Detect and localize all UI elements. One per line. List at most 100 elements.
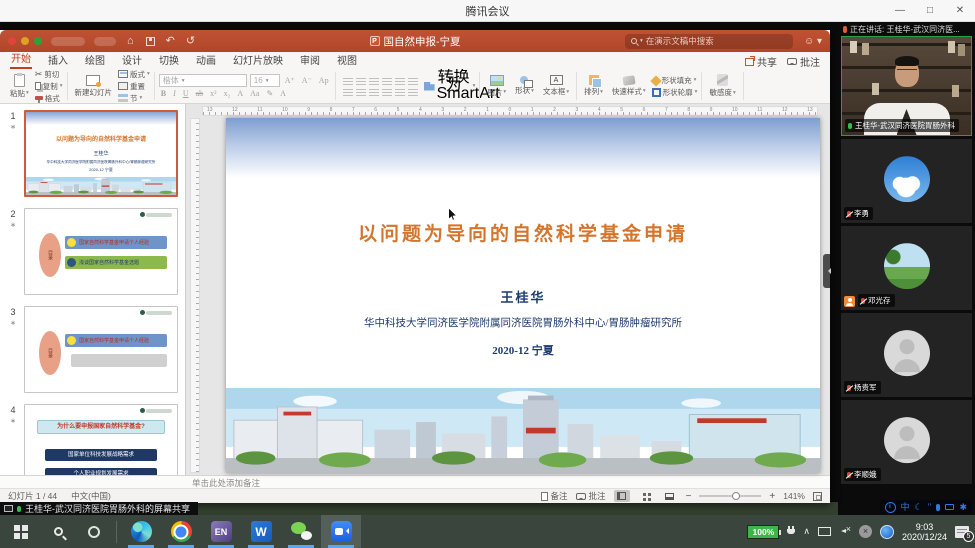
ribbon-shapes-button[interactable]: 形状▾ xyxy=(512,76,537,96)
notes-toggle-button[interactable]: 备注 xyxy=(541,490,568,502)
tab-transitions[interactable]: 切换 xyxy=(158,51,180,69)
participant-tile-1[interactable]: 王桂华-武汉同济医院胃肠外科 xyxy=(841,36,972,136)
tab-slideshow[interactable]: 幻灯片放映 xyxy=(232,51,284,69)
tab-home[interactable]: 开始 xyxy=(10,49,32,69)
tray-expand-icon[interactable]: ∧ xyxy=(803,526,810,537)
font-tool-1[interactable]: A⁻ xyxy=(300,76,314,85)
font-tool-2[interactable]: Ap xyxy=(317,76,331,85)
chinese-mode-icon[interactable]: 中 xyxy=(901,501,910,513)
quote-icon[interactable]: ’’ xyxy=(928,501,932,513)
normal-view-button[interactable] xyxy=(614,490,630,502)
cortana-button[interactable] xyxy=(76,515,112,548)
autosave-toggle[interactable] xyxy=(51,37,85,46)
align-center-icon[interactable] xyxy=(356,88,366,96)
keyboard-icon[interactable] xyxy=(945,504,954,510)
tab-draw[interactable]: 绘图 xyxy=(84,51,106,69)
ifly-logo-icon[interactable]: i xyxy=(885,502,896,513)
ribbon-paste-button[interactable]: 粘贴▾ xyxy=(7,74,32,99)
participant-tile-3[interactable]: 邓光存 xyxy=(841,226,972,310)
home-icon[interactable]: ⌂ xyxy=(127,36,134,47)
font-style-tool-4[interactable]: x² xyxy=(208,89,218,98)
font-style-tool-0[interactable]: B xyxy=(159,89,168,98)
font-style-tool-6[interactable]: A xyxy=(235,89,245,98)
minimize-button[interactable]: — xyxy=(885,5,915,16)
tab-design[interactable]: 设计 xyxy=(121,51,143,69)
tab-animations[interactable]: 动画 xyxy=(195,51,217,69)
ribbon-quick-styles-button[interactable]: 快速样式▾ xyxy=(609,76,649,97)
start-button[interactable] xyxy=(2,515,40,548)
notification-center-button[interactable]: 5 xyxy=(955,526,969,538)
font-style-tool-3[interactable]: ab xyxy=(194,89,206,98)
night-mode-icon[interactable]: ☾ xyxy=(915,501,923,513)
notes-pane[interactable]: 单击此处添加备注 xyxy=(0,475,830,488)
font-style-tool-1[interactable]: I xyxy=(171,89,178,98)
taskbar-app-chrome[interactable] xyxy=(161,515,201,548)
line-spacing-icon[interactable] xyxy=(395,77,405,85)
zoom-slider-knob[interactable] xyxy=(732,492,740,500)
font-style-tool-7[interactable]: Aa xyxy=(248,89,261,98)
font-tool-0[interactable]: A⁺ xyxy=(283,76,297,85)
ribbon-shape-outline-button[interactable]: 形状轮廓▾ xyxy=(652,87,698,98)
indent-increase-icon[interactable] xyxy=(382,77,392,85)
ribbon-arrange-button[interactable]: 排列▾ xyxy=(581,75,606,97)
ribbon-shape-fill-button[interactable]: 形状填充▾ xyxy=(652,75,698,86)
taskbar-clock[interactable]: 9:03 2020/12/24 xyxy=(902,522,947,542)
tray-x-icon[interactable]: × xyxy=(859,525,872,538)
display-icon[interactable] xyxy=(818,527,831,536)
font-name-select[interactable]: 楷体▾ xyxy=(159,74,247,87)
ifly-input-bar[interactable]: i 中 ☾ ’’ ✱ xyxy=(880,500,972,514)
battery-indicator[interactable]: 100% xyxy=(747,525,779,539)
slide-thumbnail-4[interactable]: 为什么要申报国家自然科学基金?国家单位科技发展战略需求个人职业规划发展需求 xyxy=(24,404,178,475)
slide-thumbnail-3[interactable]: 目录国家自然科学基金申请个人经验 xyxy=(24,306,178,393)
bullet-list-icon[interactable] xyxy=(343,77,353,85)
ribbon-cut-button[interactable]: 剪切 xyxy=(35,69,63,80)
font-size-select[interactable]: 16▾ xyxy=(250,74,280,87)
ribbon-copy-button[interactable]: 复制▾ xyxy=(35,81,63,92)
columns-icon[interactable] xyxy=(395,88,405,96)
align-right-icon[interactable] xyxy=(369,88,379,96)
maximize-button[interactable]: □ xyxy=(915,5,945,16)
ribbon-picture-button[interactable]: 图片▾ xyxy=(484,75,509,98)
taskbar-app-edge[interactable] xyxy=(121,515,161,548)
ribbon-format-painter-button[interactable]: 格式 xyxy=(35,93,63,104)
slide-thumbnail-1[interactable]: 以问题为导向的自然科学基金申请王桂华华中科技大学同济医学院附属同济医院胃肠外科中… xyxy=(24,110,178,197)
font-style-tool-9[interactable]: A xyxy=(278,89,288,98)
align-left-icon[interactable] xyxy=(343,88,353,96)
participant-tile-4[interactable]: 杨贵军 xyxy=(841,313,972,397)
convert-to-smartart-button[interactable]: 转换为 SmartArt▾ xyxy=(424,74,476,98)
tab-view[interactable]: 视图 xyxy=(336,51,358,69)
mac-close-button[interactable] xyxy=(8,37,16,45)
fit-to-window-button[interactable] xyxy=(813,492,822,501)
slideshow-button[interactable] xyxy=(662,490,678,502)
numbered-list-icon[interactable] xyxy=(356,77,366,85)
settings-gear-icon[interactable]: ✱ xyxy=(959,501,967,513)
redo-icon[interactable]: ↺ xyxy=(186,36,195,47)
language-indicator[interactable]: 中文(中国) xyxy=(71,490,111,502)
taskbar-app-meeting[interactable] xyxy=(321,515,361,548)
justify-icon[interactable] xyxy=(382,88,392,96)
indent-decrease-icon[interactable] xyxy=(369,77,379,85)
ifly-tray-icon[interactable] xyxy=(880,525,894,539)
participant-tile-5[interactable]: 李顺娥 xyxy=(841,400,972,484)
close-button[interactable]: ✕ xyxy=(945,5,975,16)
ribbon-layout-button[interactable]: 版式▾ xyxy=(118,69,150,80)
mac-minimize-button[interactable] xyxy=(21,37,29,45)
feedback-smiley-icon[interactable]: ☺ ▾ xyxy=(804,36,822,47)
ribbon-textbox-button[interactable]: 文本框▾ xyxy=(540,75,572,97)
comments-toggle-button[interactable]: 批注 xyxy=(576,490,606,502)
ribbon-sensitivity-button[interactable]: 敏感度▾ xyxy=(706,74,738,98)
zoom-in-button[interactable]: + xyxy=(769,491,775,502)
voice-input-icon[interactable] xyxy=(936,504,940,511)
tab-review[interactable]: 审阅 xyxy=(299,51,321,69)
ribbon-reset-button[interactable]: 重置 xyxy=(118,81,150,92)
zoom-out-button[interactable]: − xyxy=(686,491,692,502)
panel-collapse-handle[interactable] xyxy=(823,254,830,288)
search-input[interactable]: ▾ 在演示文稿中搜索 xyxy=(625,34,793,49)
mac-zoom-button[interactable] xyxy=(34,37,42,45)
zoom-level[interactable]: 141% xyxy=(783,491,805,501)
share-button[interactable]: 共享 xyxy=(745,54,777,69)
ribbon-new-slide-button[interactable]: 新建幻灯片 xyxy=(72,75,116,98)
tab-insert[interactable]: 插入 xyxy=(47,51,69,69)
font-style-tool-2[interactable]: U xyxy=(181,89,191,98)
taskbar-app-word[interactable]: W xyxy=(241,515,281,548)
